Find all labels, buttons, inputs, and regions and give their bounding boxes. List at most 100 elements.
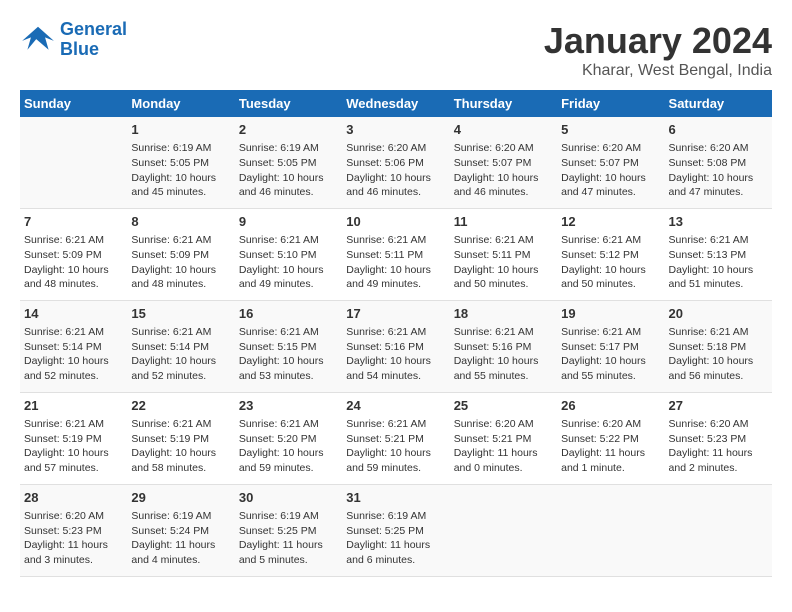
calendar-day-cell: 14Sunrise: 6:21 AMSunset: 5:14 PMDayligh… <box>20 300 127 392</box>
daylight-hours: Daylight: 11 hours and 5 minutes. <box>239 538 338 567</box>
day-number: 27 <box>669 397 768 415</box>
sunset-time: Sunset: 5:20 PM <box>239 432 338 447</box>
daylight-hours: Daylight: 10 hours and 59 minutes. <box>346 446 445 475</box>
day-number: 20 <box>669 305 768 323</box>
sunrise-time: Sunrise: 6:19 AM <box>131 141 230 156</box>
sunrise-time: Sunrise: 6:20 AM <box>561 141 660 156</box>
calendar-day-cell: 24Sunrise: 6:21 AMSunset: 5:21 PMDayligh… <box>342 392 449 484</box>
daylight-hours: Daylight: 11 hours and 0 minutes. <box>454 446 553 475</box>
calendar-title: January 2024 <box>544 20 772 62</box>
day-number: 6 <box>669 121 768 139</box>
calendar-day-cell: 22Sunrise: 6:21 AMSunset: 5:19 PMDayligh… <box>127 392 234 484</box>
day-number: 12 <box>561 213 660 231</box>
day-of-week-header: Thursday <box>450 90 557 117</box>
day-of-week-header: Wednesday <box>342 90 449 117</box>
title-block: January 2024 Kharar, West Bengal, India <box>544 20 772 80</box>
sunrise-time: Sunrise: 6:21 AM <box>239 325 338 340</box>
sunset-time: Sunset: 5:11 PM <box>454 248 553 263</box>
calendar-day-cell: 4Sunrise: 6:20 AMSunset: 5:07 PMDaylight… <box>450 117 557 208</box>
sunset-time: Sunset: 5:11 PM <box>346 248 445 263</box>
daylight-hours: Daylight: 10 hours and 54 minutes. <box>346 354 445 383</box>
sunrise-time: Sunrise: 6:21 AM <box>131 233 230 248</box>
calendar-day-cell: 18Sunrise: 6:21 AMSunset: 5:16 PMDayligh… <box>450 300 557 392</box>
day-number: 5 <box>561 121 660 139</box>
calendar-header-row: SundayMondayTuesdayWednesdayThursdayFrid… <box>20 90 772 117</box>
day-number: 19 <box>561 305 660 323</box>
sunset-time: Sunset: 5:07 PM <box>561 156 660 171</box>
sunrise-time: Sunrise: 6:21 AM <box>346 233 445 248</box>
day-of-week-header: Monday <box>127 90 234 117</box>
calendar-day-cell: 7Sunrise: 6:21 AMSunset: 5:09 PMDaylight… <box>20 208 127 300</box>
sunset-time: Sunset: 5:23 PM <box>669 432 768 447</box>
daylight-hours: Daylight: 10 hours and 56 minutes. <box>669 354 768 383</box>
daylight-hours: Daylight: 11 hours and 4 minutes. <box>131 538 230 567</box>
day-number: 2 <box>239 121 338 139</box>
calendar-week-row: 21Sunrise: 6:21 AMSunset: 5:19 PMDayligh… <box>20 392 772 484</box>
calendar-week-row: 1Sunrise: 6:19 AMSunset: 5:05 PMDaylight… <box>20 117 772 208</box>
calendar-day-cell: 6Sunrise: 6:20 AMSunset: 5:08 PMDaylight… <box>665 117 772 208</box>
sunrise-time: Sunrise: 6:21 AM <box>454 325 553 340</box>
sunrise-time: Sunrise: 6:19 AM <box>346 509 445 524</box>
sunrise-time: Sunrise: 6:20 AM <box>24 509 123 524</box>
day-number: 24 <box>346 397 445 415</box>
daylight-hours: Daylight: 10 hours and 50 minutes. <box>561 263 660 292</box>
daylight-hours: Daylight: 11 hours and 6 minutes. <box>346 538 445 567</box>
header: General Blue January 2024 Kharar, West B… <box>20 20 772 80</box>
sunset-time: Sunset: 5:24 PM <box>131 524 230 539</box>
sunrise-time: Sunrise: 6:21 AM <box>24 417 123 432</box>
sunset-time: Sunset: 5:19 PM <box>24 432 123 447</box>
daylight-hours: Daylight: 10 hours and 48 minutes. <box>131 263 230 292</box>
day-number: 17 <box>346 305 445 323</box>
calendar-day-cell: 28Sunrise: 6:20 AMSunset: 5:23 PMDayligh… <box>20 484 127 576</box>
sunset-time: Sunset: 5:21 PM <box>346 432 445 447</box>
sunrise-time: Sunrise: 6:21 AM <box>131 325 230 340</box>
daylight-hours: Daylight: 10 hours and 49 minutes. <box>346 263 445 292</box>
sunset-time: Sunset: 5:16 PM <box>346 340 445 355</box>
day-number: 9 <box>239 213 338 231</box>
sunset-time: Sunset: 5:10 PM <box>239 248 338 263</box>
daylight-hours: Daylight: 10 hours and 47 minutes. <box>669 171 768 200</box>
day-number: 26 <box>561 397 660 415</box>
day-of-week-header: Tuesday <box>235 90 342 117</box>
sunset-time: Sunset: 5:25 PM <box>239 524 338 539</box>
sunset-time: Sunset: 5:06 PM <box>346 156 445 171</box>
daylight-hours: Daylight: 10 hours and 52 minutes. <box>131 354 230 383</box>
sunset-time: Sunset: 5:21 PM <box>454 432 553 447</box>
sunset-time: Sunset: 5:18 PM <box>669 340 768 355</box>
calendar-day-cell: 11Sunrise: 6:21 AMSunset: 5:11 PMDayligh… <box>450 208 557 300</box>
calendar-day-cell: 10 Sunrise: 6:21 AMSunset: 5:11 PMDayligh… <box>342 208 449 300</box>
day-number: 28 <box>24 489 123 507</box>
calendar-day-cell: 23Sunrise: 6:21 AMSunset: 5:20 PMDayligh… <box>235 392 342 484</box>
daylight-hours: Daylight: 10 hours and 51 minutes. <box>669 263 768 292</box>
day-number: 11 <box>454 213 553 231</box>
sunrise-time: Sunrise: 6:21 AM <box>24 233 123 248</box>
sunrise-time: Sunrise: 6:21 AM <box>561 325 660 340</box>
daylight-hours: Daylight: 10 hours and 59 minutes. <box>239 446 338 475</box>
calendar-day-cell: 12Sunrise: 6:21 AMSunset: 5:12 PMDayligh… <box>557 208 664 300</box>
daylight-hours: Daylight: 11 hours and 2 minutes. <box>669 446 768 475</box>
sunrise-time: Sunrise: 6:20 AM <box>561 417 660 432</box>
sunset-time: Sunset: 5:23 PM <box>24 524 123 539</box>
calendar-week-row: 14Sunrise: 6:21 AMSunset: 5:14 PMDayligh… <box>20 300 772 392</box>
daylight-hours: Daylight: 10 hours and 58 minutes. <box>131 446 230 475</box>
day-number: 31 <box>346 489 445 507</box>
day-number: 30 <box>239 489 338 507</box>
calendar-day-cell <box>20 117 127 208</box>
daylight-hours: Daylight: 10 hours and 49 minutes. <box>239 263 338 292</box>
calendar-table: SundayMondayTuesdayWednesdayThursdayFrid… <box>20 90 772 577</box>
day-number: 8 <box>131 213 230 231</box>
sunrise-time: Sunrise: 6:19 AM <box>239 509 338 524</box>
calendar-day-cell: 17Sunrise: 6:21 AMSunset: 5:16 PMDayligh… <box>342 300 449 392</box>
daylight-hours: Daylight: 11 hours and 1 minute. <box>561 446 660 475</box>
sunset-time: Sunset: 5:14 PM <box>24 340 123 355</box>
daylight-hours: Daylight: 10 hours and 50 minutes. <box>454 263 553 292</box>
day-number: 10 <box>346 213 445 231</box>
daylight-hours: Daylight: 10 hours and 57 minutes. <box>24 446 123 475</box>
sunset-time: Sunset: 5:17 PM <box>561 340 660 355</box>
daylight-hours: Daylight: 10 hours and 47 minutes. <box>561 171 660 200</box>
sunrise-time: Sunrise: 6:20 AM <box>454 417 553 432</box>
calendar-day-cell: 31Sunrise: 6:19 AMSunset: 5:25 PMDayligh… <box>342 484 449 576</box>
daylight-hours: Daylight: 10 hours and 46 minutes. <box>454 171 553 200</box>
day-of-week-header: Saturday <box>665 90 772 117</box>
calendar-day-cell: 21Sunrise: 6:21 AMSunset: 5:19 PMDayligh… <box>20 392 127 484</box>
